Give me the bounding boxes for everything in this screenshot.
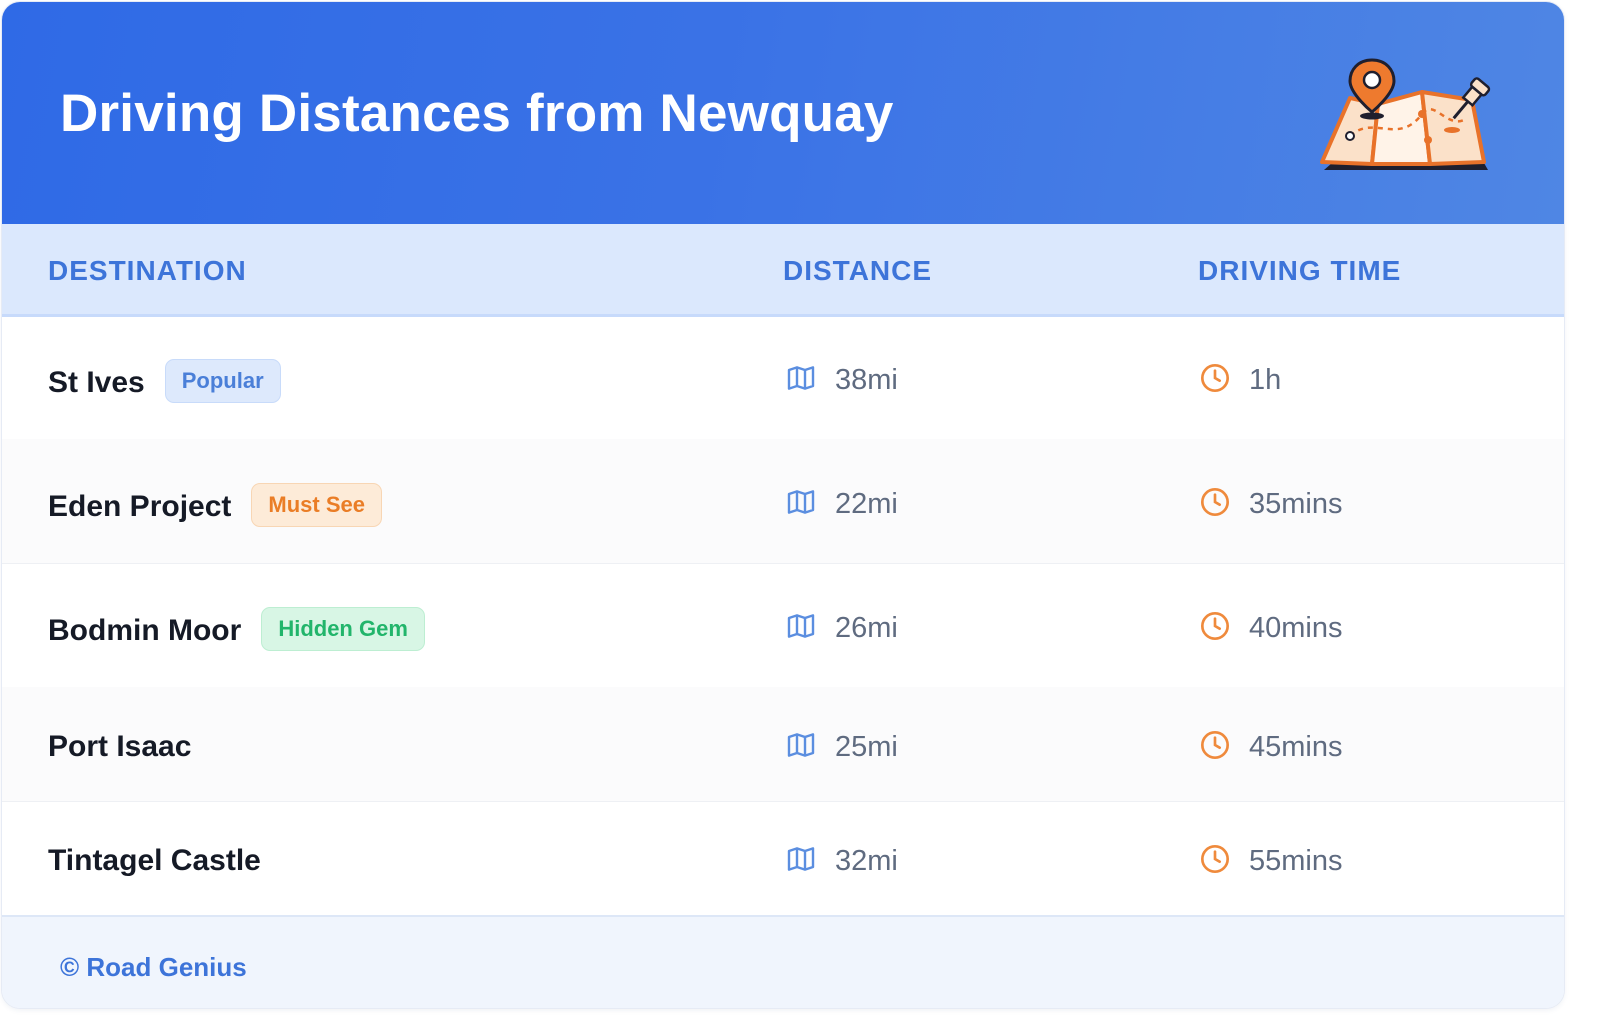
map-icon — [787, 614, 815, 638]
clock-icon — [1201, 731, 1229, 759]
page-title: Driving Distances from Newquay — [60, 84, 894, 143]
clock-icon — [1201, 612, 1229, 640]
destination-name: Port Isaac — [48, 730, 192, 763]
map-icon — [787, 366, 815, 390]
column-header-distance[interactable]: DISTANCE — [783, 254, 932, 288]
status-badge: Must See — [251, 483, 382, 527]
table-row: Port Isaac 25mi 45mins — [2, 687, 1564, 802]
footer-credit: © Road Genius — [60, 952, 247, 982]
table-row: St Ives Popular 38mi 1h — [2, 317, 1564, 440]
column-header-driving-time[interactable]: DRIVING TIME — [1198, 254, 1401, 288]
table-column-header: DESTINATION DISTANCE DRIVING TIME — [2, 224, 1564, 317]
distance-value: 26mi — [835, 612, 898, 644]
map-icon — [787, 847, 815, 871]
table-header-banner: Driving Distances from Newquay — [2, 2, 1564, 224]
destination-name: St Ives — [48, 365, 145, 399]
time-value: 35mins — [1249, 488, 1343, 520]
clock-icon — [1201, 364, 1229, 392]
time-value: 40mins — [1249, 612, 1343, 644]
distance-value: 22mi — [835, 488, 898, 520]
table-row: Bodmin Moor Hidden Gem 26mi 40mins — [2, 563, 1564, 688]
time-value: 55mins — [1249, 845, 1343, 877]
status-badge: Hidden Gem — [261, 607, 425, 651]
distance-value: 25mi — [835, 731, 898, 763]
map-icon — [787, 733, 815, 757]
distance-table-card: Driving Distances from Newquay DESTINATI… — [2, 2, 1564, 1008]
destination-name: Bodmin Moor — [48, 613, 242, 647]
destination-name: Eden Project — [48, 489, 232, 523]
destination-name: Tintagel Castle — [48, 844, 261, 877]
time-value: 1h — [1249, 364, 1282, 396]
distance-value: 38mi — [835, 364, 898, 396]
status-badge: Popular — [164, 359, 281, 403]
table-row: Eden Project Must See 22mi 35mins — [2, 439, 1564, 564]
folded-map-with-location-pin-icon — [1320, 58, 1491, 170]
clock-icon — [1201, 845, 1229, 873]
clock-icon — [1201, 488, 1229, 516]
table-footer: © Road Genius — [2, 915, 1564, 1008]
time-value: 45mins — [1249, 731, 1343, 763]
map-icon — [787, 490, 815, 514]
distance-value: 32mi — [835, 845, 898, 877]
table-row: Tintagel Castle 32mi 55mins — [2, 801, 1564, 915]
column-header-destination[interactable]: DESTINATION — [48, 254, 247, 288]
